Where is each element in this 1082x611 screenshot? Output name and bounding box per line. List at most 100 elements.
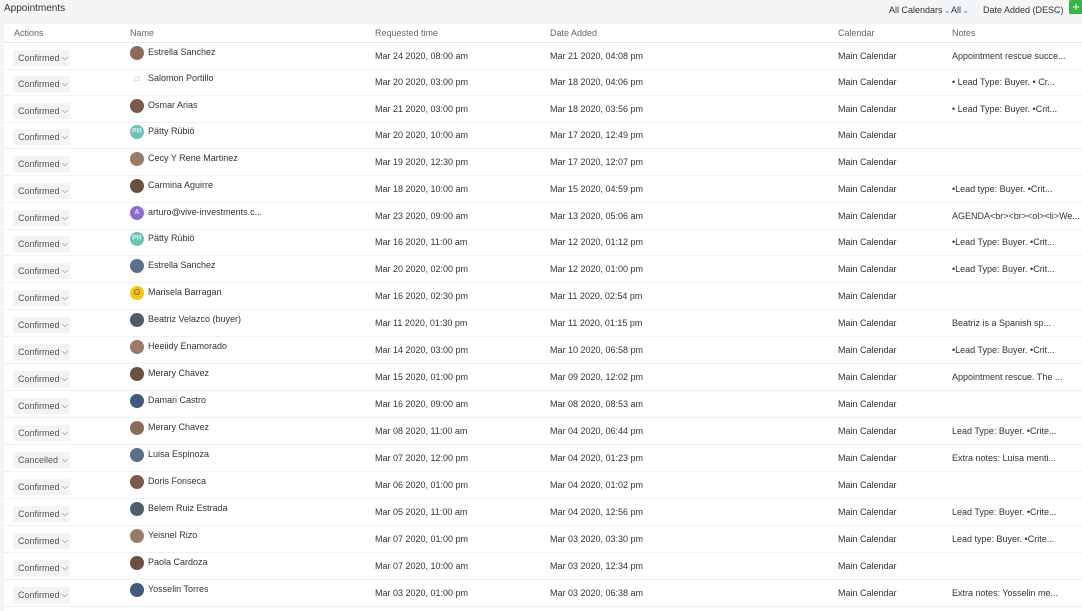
contact-name[interactable]: Pätty Rübiö bbox=[148, 126, 368, 136]
status-dropdown[interactable]: Confirmed ⌵ bbox=[13, 317, 70, 333]
contact-name[interactable]: Pätty Rübiö bbox=[148, 233, 368, 243]
calendar-name: Main Calendar bbox=[838, 399, 897, 409]
status-dropdown[interactable]: Confirmed ⌵ bbox=[13, 50, 70, 66]
contact-name[interactable]: Doris Fonseca bbox=[148, 476, 368, 486]
chevron-down-icon: ⌵ bbox=[61, 159, 68, 168]
date-added: Mar 03 2020, 06:38 am bbox=[550, 588, 644, 598]
chevron-down-icon: ⌵ bbox=[61, 590, 68, 599]
status-dropdown[interactable]: Confirmed ⌵ bbox=[13, 290, 70, 306]
date-added: Mar 04 2020, 01:02 pm bbox=[550, 480, 644, 490]
status-dropdown[interactable]: Confirmed ⌵ bbox=[13, 76, 70, 92]
status-label: Confirmed bbox=[18, 347, 60, 357]
chevron-down-icon: ⌵ bbox=[61, 213, 68, 222]
calendar-name: Main Calendar bbox=[838, 561, 897, 571]
calendar-name: Main Calendar bbox=[838, 345, 897, 355]
date-added: Mar 04 2020, 06:44 pm bbox=[550, 426, 644, 436]
table-row[interactable]: Confirmed ⌵ PR Pätty Rübiö Mar 20 2020, 10:0… bbox=[4, 122, 1082, 149]
status-dropdown[interactable]: Confirmed ⌵ bbox=[13, 560, 70, 576]
contact-name[interactable]: Belem Ruiz Estrada bbox=[148, 503, 368, 513]
contact-name[interactable]: Paola Cardoza bbox=[148, 557, 368, 567]
table-row[interactable]: Confirmed ⌵ Paola Cardoza Mar 07 2020, 10:0… bbox=[4, 553, 1082, 580]
appointments-page: Appointments All Calendars⌄ All⌄ Date Ad… bbox=[0, 0, 1082, 611]
status-label: Confirmed bbox=[18, 374, 60, 384]
add-appointment-button[interactable]: + bbox=[1069, 0, 1082, 14]
status-dropdown[interactable]: Confirmed ⌵ bbox=[13, 344, 70, 360]
contact-name[interactable]: Luisa Espinoza bbox=[148, 449, 368, 459]
status-label: Confirmed bbox=[18, 132, 60, 142]
table-row[interactable]: Confirmed ⌵ Merary Chavez Mar 15 2020, 01:0… bbox=[4, 364, 1082, 391]
contact-name[interactable]: Marisela Barragan bbox=[148, 287, 368, 297]
sort-dropdown[interactable]: Date Added (DESC) ⌄ bbox=[983, 5, 1064, 15]
chevron-down-icon: ⌵ bbox=[61, 509, 68, 518]
table-row[interactable]: Confirmed ⌵ Merary Chavez Mar 08 2020, 11:0… bbox=[4, 418, 1082, 445]
chevron-down-icon: ⌵ bbox=[61, 132, 68, 141]
status-dropdown[interactable]: Cancelled ⌵ bbox=[13, 452, 70, 468]
status-filter-dropdown[interactable]: All⌄ bbox=[951, 5, 970, 16]
calendar-name: Main Calendar bbox=[838, 237, 897, 247]
date-added: Mar 04 2020, 01:23 pm bbox=[550, 453, 644, 463]
chevron-down-icon: ⌵ bbox=[61, 401, 68, 410]
table-row[interactable]: Confirmed ⌵ Damari Castro Mar 16 2020, 09:0… bbox=[4, 391, 1082, 418]
status-label: Confirmed bbox=[18, 186, 60, 196]
status-dropdown[interactable]: Confirmed ⌵ bbox=[13, 425, 70, 441]
status-dropdown[interactable]: Confirmed ⌵ bbox=[13, 587, 70, 603]
contact-name[interactable]: Estrella Sanchez bbox=[148, 47, 368, 57]
contact-name[interactable]: Merary Chavez bbox=[148, 368, 368, 378]
status-dropdown[interactable]: Confirmed ⌵ bbox=[13, 183, 70, 199]
status-dropdown[interactable]: Confirmed ⌵ bbox=[13, 533, 70, 549]
table-row[interactable]: Confirmed ⌵ Osmar Arias Mar 21 2020, 03:00 … bbox=[4, 96, 1082, 123]
table-row[interactable]: Confirmed ⌵ □ Salomon Portillo Mar 20 2020, … bbox=[4, 69, 1082, 96]
table-row[interactable]: Confirmed ⌵ Doris Fonseca Mar 06 2020, 01:0… bbox=[4, 472, 1082, 499]
contact-name[interactable]: arturo@vive-investments.c... bbox=[148, 207, 368, 217]
contact-name[interactable]: Estrella Sanchez bbox=[148, 260, 368, 270]
avatar-initials: PR bbox=[130, 125, 144, 139]
table-row[interactable]: Confirmed ⌵ Belem Ruiz Estrada Mar 05 2020,… bbox=[4, 499, 1082, 526]
status-dropdown[interactable]: Confirmed ⌵ bbox=[13, 236, 70, 252]
contact-name[interactable]: Heeiidy Enamorado bbox=[148, 341, 368, 351]
requested-time: Mar 07 2020, 10:00 am bbox=[375, 561, 469, 571]
contact-name[interactable]: Salomon Portillo bbox=[148, 73, 368, 83]
table-row[interactable]: Confirmed ⌵ Estrella Sanchez Mar 20 2020, 0… bbox=[4, 256, 1082, 283]
status-dropdown[interactable]: Confirmed ⌵ bbox=[13, 156, 70, 172]
status-dropdown[interactable]: Confirmed ⌵ bbox=[13, 129, 70, 145]
table-row[interactable]: Confirmed ⌵ Heeiidy Enamorado Mar 14 2020, … bbox=[4, 337, 1082, 364]
status-dropdown[interactable]: Confirmed ⌵ bbox=[13, 263, 70, 279]
table-row[interactable]: Confirmed ⌵ Estrella Sanchez Mar 24 2020, 0… bbox=[4, 43, 1082, 70]
status-dropdown[interactable]: Confirmed ⌵ bbox=[13, 479, 70, 495]
column-header-calendar: Calendar bbox=[838, 28, 875, 38]
date-added: Mar 10 2020, 06:58 pm bbox=[550, 345, 644, 355]
status-dropdown[interactable]: Confirmed ⌵ bbox=[13, 103, 70, 119]
table-row[interactable]: Cancelled ⌵ Luisa Espinoza Mar 07 2020, 12:… bbox=[4, 445, 1082, 472]
table-row[interactable]: Confirmed ⌵ Yosselin Torres Mar 03 2020, 01… bbox=[4, 580, 1082, 607]
table-row[interactable]: Confirmed ⌵ Cecy Y Rene Martinez Mar 19 202… bbox=[4, 149, 1082, 176]
notes-preview: Extra notes: Yosselin me... bbox=[952, 588, 1059, 598]
calendar-name: Main Calendar bbox=[838, 372, 897, 382]
status-dropdown[interactable]: Confirmed ⌵ bbox=[13, 398, 70, 414]
status-label: Confirmed bbox=[18, 53, 60, 63]
calendar-filter-dropdown[interactable]: All Calendars⌄ bbox=[889, 5, 951, 16]
table-row[interactable]: Confirmed ⌵ Beatriz Velazco (buyer) Mar 11 … bbox=[4, 310, 1082, 337]
avatar bbox=[130, 475, 144, 489]
notes-preview: Lead Type: Buyer. •Crite... bbox=[952, 507, 1057, 517]
status-dropdown[interactable]: Confirmed ⌵ bbox=[13, 210, 70, 226]
contact-name[interactable]: Osmar Arias bbox=[148, 100, 368, 110]
contact-name[interactable]: Yeisnel Rizo bbox=[148, 530, 368, 540]
avatar bbox=[130, 421, 144, 435]
contact-name[interactable]: Carmina Aguirre bbox=[148, 180, 368, 190]
status-dropdown[interactable]: Confirmed ⌵ bbox=[13, 371, 70, 387]
table-row[interactable]: Confirmed ⌵ Yeisnel Rizo Mar 07 2020, 01:00… bbox=[4, 526, 1082, 553]
avatar-initials: PR bbox=[130, 232, 144, 246]
table-row[interactable]: Confirmed ⌵ Carmina Aguirre Mar 18 2020, 10… bbox=[4, 176, 1082, 203]
contact-name[interactable]: Damari Castro bbox=[148, 395, 368, 405]
status-dropdown[interactable]: Confirmed ⌵ bbox=[13, 506, 70, 522]
contact-name[interactable]: Cecy Y Rene Martinez bbox=[148, 153, 368, 163]
contact-name[interactable]: Yosselin Torres bbox=[148, 584, 368, 594]
table-row[interactable]: Confirmed ⌵ PR Pätty Rübiö Mar 16 2020, 11:0… bbox=[4, 229, 1082, 256]
table-row[interactable]: Confirmed ⌵ Aarturo@vive-investments.c... M… bbox=[4, 203, 1082, 230]
calendar-name: Main Calendar bbox=[838, 480, 897, 490]
contact-name[interactable]: Beatriz Velazco (buyer) bbox=[148, 314, 368, 324]
table-row[interactable]: Confirmed ⌵ ☺ Marisela Barragan Mar 16 2020,… bbox=[4, 283, 1082, 310]
calendar-filter-label: All Calendars bbox=[889, 5, 943, 15]
contact-name[interactable]: Merary Chavez bbox=[148, 422, 368, 432]
notes-preview: •Lead Type: Buyer. •Crit... bbox=[952, 345, 1055, 355]
